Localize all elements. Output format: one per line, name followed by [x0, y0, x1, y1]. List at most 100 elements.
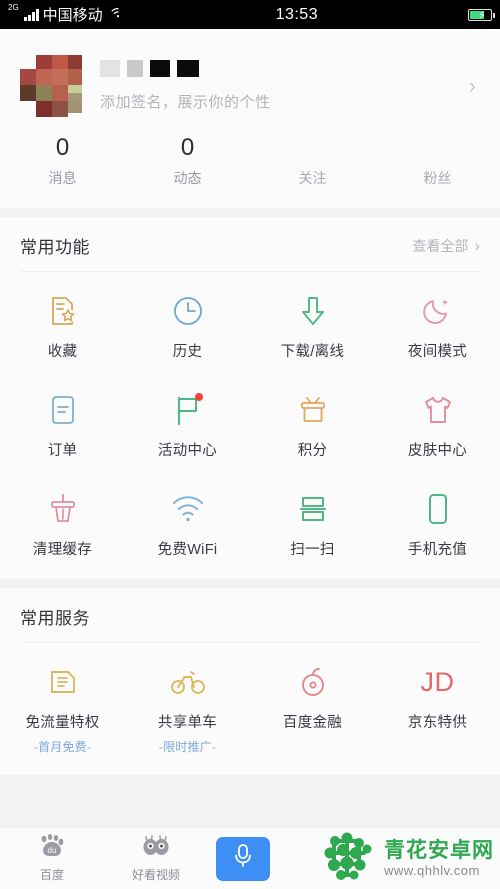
- grid-item-label: 订单: [47, 443, 78, 459]
- chevron-right-icon: ›: [474, 235, 480, 255]
- grid-item-clear-cache[interactable]: 清理缓存: [0, 476, 125, 575]
- battery-charging-icon: ⚡: [468, 8, 495, 22]
- grid-item-label: 夜间模式: [407, 344, 468, 360]
- grid-item-baidu-finance[interactable]: 百度金融: [250, 649, 375, 771]
- profile-text: 添加签名，展示你的个性: [100, 60, 469, 112]
- clock-icon: [172, 294, 204, 328]
- service-grid: 免流量特权 -首月免费- 共享单车 -限时推广- 百度金融 JD 京东特供: [0, 643, 500, 775]
- document-icon: [50, 393, 76, 427]
- grid-item-sublabel: -限时推广-: [158, 740, 217, 754]
- section-common-services: 常用服务 免流量特权 -首月免费- 共享单车 -限时推广- 百度金融 JD 京东…: [0, 588, 500, 775]
- jd-logo-icon: JD: [420, 666, 455, 697]
- grid-item-label: 百度金融: [282, 715, 343, 731]
- section-header: 常用服务: [0, 588, 500, 642]
- bookmark-star-icon: [48, 294, 78, 328]
- stat-value: [250, 133, 375, 163]
- tshirt-icon: [422, 393, 454, 427]
- grid-item-skin-center[interactable]: 皮肤中心: [375, 377, 500, 476]
- gift-box-icon: [298, 393, 328, 427]
- grid-item-phone-recharge[interactable]: 手机充值: [375, 476, 500, 575]
- view-all-button[interactable]: 查看全部 ›: [412, 236, 480, 256]
- sim-card-icon: [48, 665, 78, 699]
- stat-label: 粉丝: [423, 170, 452, 186]
- grid-item-favorites[interactable]: 收藏: [0, 278, 125, 377]
- voice-search-button[interactable]: [216, 836, 270, 881]
- carrier-label: 中国移动: [42, 7, 103, 24]
- status-right: ⚡: [468, 8, 495, 22]
- stat-label: 关注: [298, 170, 327, 186]
- stat-followers[interactable]: 粉丝: [375, 133, 500, 188]
- broom-icon: [48, 492, 78, 526]
- section-common-functions: 常用功能 查看全部 › 收藏 历史 下载/离线 夜间模式 订单 活动中心 积分 …: [0, 217, 500, 579]
- view-all-label: 查看全部: [412, 237, 469, 254]
- section-title: 常用服务: [20, 609, 90, 628]
- stat-label: 动态: [173, 170, 202, 186]
- grid-item-label: 共享单车: [157, 715, 218, 731]
- watermark-title: 青花安卓网: [384, 838, 494, 862]
- grid-item-scan[interactable]: 扫一扫: [250, 476, 375, 575]
- network-type-label: 2G: [8, 3, 19, 12]
- function-grid: 收藏 历史 下载/离线 夜间模式 订单 活动中心 积分 皮肤中心 清理缓存 免费…: [0, 272, 500, 579]
- site-watermark: 青花安卓网 www.qhhlv.com: [322, 831, 500, 886]
- grid-item-jd[interactable]: JD 京东特供: [375, 649, 500, 771]
- status-left: 2G 中国移动: [8, 4, 126, 25]
- scan-icon: [298, 492, 328, 526]
- grid-item-download[interactable]: 下载/离线: [250, 278, 375, 377]
- grid-item-label: 积分: [297, 443, 328, 459]
- avatar[interactable]: [20, 55, 82, 117]
- grid-item-label: 皮肤中心: [407, 443, 468, 459]
- grid-item-night-mode[interactable]: 夜间模式: [375, 278, 500, 377]
- grid-item-orders[interactable]: 订单: [0, 377, 125, 476]
- stat-messages[interactable]: 0 消息: [0, 133, 125, 188]
- grid-item-label: 免费WiFi: [157, 542, 218, 558]
- grid-item-free-wifi[interactable]: 免费WiFi: [125, 476, 250, 575]
- signature-placeholder[interactable]: 添加签名，展示你的个性: [100, 91, 469, 112]
- username-redacted: [100, 60, 469, 77]
- stat-value: 0: [55, 134, 70, 161]
- grid-item-label: 清理缓存: [32, 542, 93, 558]
- notification-badge: [194, 393, 203, 401]
- grid-item-points[interactable]: 积分: [250, 377, 375, 476]
- profile-stats: 0 消息 0 动态 关注 粉丝: [0, 123, 500, 208]
- grid-item-activity-center[interactable]: 活动中心: [125, 377, 250, 476]
- bicycle-icon: [170, 665, 205, 699]
- haokan-eyes-icon: [141, 834, 171, 863]
- bottom-item-label: 好看视频: [131, 868, 180, 882]
- grid-item-sublabel: -首月免费-: [33, 740, 92, 754]
- watermark-text: 青花安卓网 www.qhhlv.com: [384, 838, 494, 878]
- clock-label: 13:53: [275, 5, 319, 23]
- grid-item-label: 京东特供: [407, 715, 468, 731]
- stat-value: [375, 133, 500, 163]
- baidu-paw-icon: du: [39, 834, 65, 863]
- grid-item-free-data[interactable]: 免流量特权 -首月免费-: [0, 649, 125, 771]
- wifi-icon: [110, 6, 126, 23]
- grid-item-label: 下载/离线: [280, 344, 345, 360]
- grid-item-label: 活动中心: [157, 443, 218, 459]
- grid-item-label: 手机充值: [407, 542, 468, 558]
- svg-text:du: du: [48, 846, 57, 855]
- bottom-item-baidu[interactable]: du 百度: [0, 834, 104, 883]
- signal-bars-icon: [23, 8, 39, 21]
- phone-screen: 2G 中国移动 13:53 ⚡ 添加签名，展示你的个性 › 0 消息 0 动态 …: [0, 0, 500, 889]
- grid-item-history[interactable]: 历史: [125, 278, 250, 377]
- grid-item-label: 扫一扫: [290, 542, 335, 558]
- phone-icon: [426, 492, 450, 526]
- grid-item-label: 历史: [172, 344, 203, 360]
- chevron-right-icon[interactable]: ›: [469, 73, 476, 99]
- grid-item-shared-bike[interactable]: 共享单车 -限时推广-: [125, 649, 250, 771]
- bottom-bar: du 百度 好看视频 青花安卓网 www.qhhlv.com: [0, 827, 500, 889]
- status-bar: 2G 中国移动 13:53 ⚡: [0, 0, 500, 29]
- profile-row[interactable]: 添加签名，展示你的个性 ›: [0, 29, 500, 123]
- microphone-icon: [232, 843, 254, 874]
- stat-following[interactable]: 关注: [250, 133, 375, 188]
- baidu-finance-icon: [298, 665, 328, 699]
- moon-star-icon: [422, 294, 454, 328]
- watermark-url: www.qhhlv.com: [384, 862, 480, 878]
- stat-value: 0: [180, 134, 195, 161]
- bottom-item-haokan[interactable]: 好看视频: [104, 834, 208, 883]
- section-title: 常用功能: [20, 238, 90, 257]
- stat-label: 消息: [48, 170, 77, 186]
- wifi-icon: [171, 492, 205, 526]
- stat-feed[interactable]: 0 动态: [125, 133, 250, 188]
- grid-item-label: 收藏: [47, 344, 78, 360]
